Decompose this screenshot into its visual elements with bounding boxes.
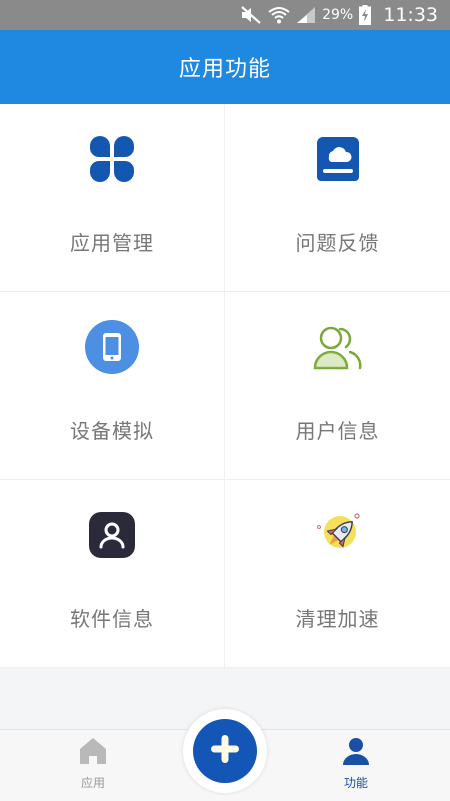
tile-cleanup-speedup[interactable]: 清理加速 bbox=[225, 480, 450, 668]
tile-software-info[interactable]: 软件信息 bbox=[0, 480, 225, 668]
signal-icon bbox=[296, 6, 316, 24]
status-bar: 29% 11:33 bbox=[0, 0, 450, 30]
users-icon bbox=[310, 319, 366, 375]
tile-feedback[interactable]: 问题反馈 bbox=[225, 104, 450, 292]
clock: 11:33 bbox=[383, 4, 438, 26]
tile-label: 软件信息 bbox=[70, 607, 154, 631]
status-icons: 29% 11:33 bbox=[240, 0, 438, 30]
battery-percent: 29% bbox=[322, 7, 354, 23]
mute-icon bbox=[240, 6, 262, 24]
rocket-icon bbox=[310, 507, 366, 563]
tile-user-info[interactable]: 用户信息 bbox=[225, 292, 450, 480]
tile-label: 设备模拟 bbox=[70, 419, 154, 443]
tile-label: 问题反馈 bbox=[295, 231, 380, 255]
tile-device-simulation[interactable]: 设备模拟 bbox=[0, 292, 225, 480]
fab-container bbox=[183, 709, 267, 793]
tile-label: 应用管理 bbox=[70, 231, 154, 255]
phone-icon bbox=[84, 319, 140, 375]
nav-label: 应用 bbox=[80, 776, 105, 790]
page-title: 应用功能 bbox=[178, 57, 271, 82]
home-icon bbox=[78, 736, 108, 770]
person-icon bbox=[84, 507, 140, 563]
tile-app-management[interactable]: 应用管理 bbox=[0, 104, 225, 292]
nav-label: 功能 bbox=[343, 776, 368, 790]
app-bar: 应用功能 bbox=[0, 30, 450, 104]
tile-label: 清理加速 bbox=[295, 607, 380, 631]
nav-tab-functions[interactable]: 功能 bbox=[311, 736, 401, 796]
wifi-icon bbox=[268, 6, 290, 24]
plus-icon bbox=[208, 732, 242, 770]
add-button[interactable] bbox=[193, 719, 257, 783]
battery-charging-icon bbox=[359, 5, 372, 25]
feedback-icon bbox=[310, 131, 366, 187]
nav-tab-apps[interactable]: 应用 bbox=[48, 736, 138, 796]
app-grid-icon bbox=[84, 131, 140, 187]
tile-label: 用户信息 bbox=[295, 419, 380, 443]
user-icon bbox=[341, 736, 371, 770]
feature-grid: 应用管理 问题反馈 设备模拟 用户信息 软件信息 清理加速 bbox=[0, 104, 450, 668]
